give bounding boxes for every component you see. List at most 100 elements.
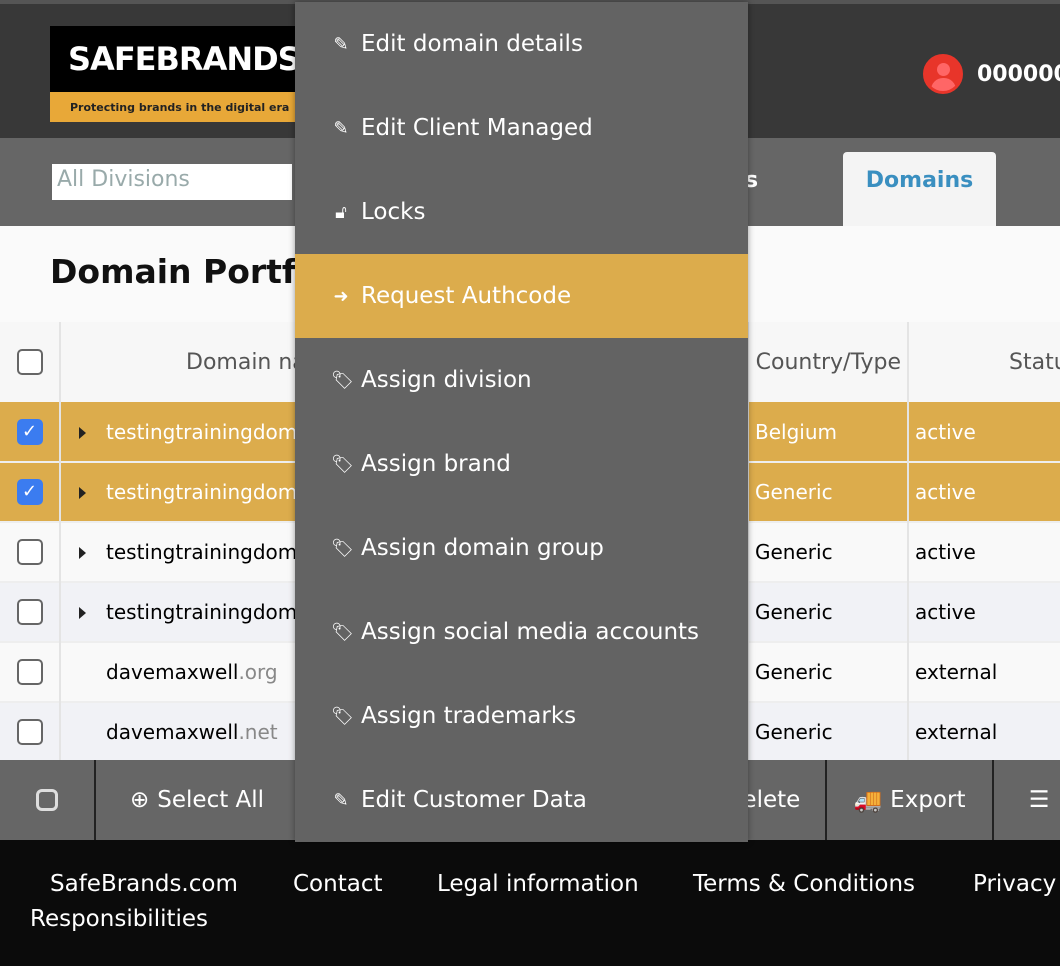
pencil-icon: ✎ xyxy=(333,33,349,55)
country-cell: Generic xyxy=(748,642,909,702)
row-checkbox[interactable]: ✓ xyxy=(16,418,43,445)
country-cell: Generic xyxy=(748,462,909,522)
row-checkbox[interactable] xyxy=(16,599,43,626)
header-checkbox-cell xyxy=(0,322,61,402)
menu-item[interactable]: 🔓︎ Locks xyxy=(295,170,748,254)
domain-tld: .org xyxy=(238,660,278,684)
expand-icon[interactable] xyxy=(79,426,86,439)
footer: SafeBrands.com Contact Legal information… xyxy=(0,840,1060,966)
row-checkbox[interactable] xyxy=(16,719,43,746)
status: active xyxy=(915,419,976,444)
checkbox-cell: ✓ xyxy=(0,402,61,462)
country-type: Generic xyxy=(755,720,833,744)
menu-item-label: Locks xyxy=(361,199,426,225)
menu-item-label: Assign division xyxy=(361,367,532,393)
expand-icon[interactable] xyxy=(79,547,86,559)
status: external xyxy=(915,720,998,744)
country-type: Generic xyxy=(755,480,833,504)
country-type: Generic xyxy=(755,660,833,684)
select-all-button[interactable]: ⊕ Select All xyxy=(96,760,306,840)
pencil-icon: ✎ xyxy=(333,789,349,811)
select-all-checkbox[interactable] xyxy=(16,349,43,375)
menu-item-label: Edit Client Managed xyxy=(361,115,593,141)
country-cell: Generic xyxy=(748,582,909,642)
domain-name[interactable]: davemaxwell xyxy=(106,660,238,684)
footer-link[interactable]: SafeBrands.com xyxy=(50,871,238,897)
status-cell: active xyxy=(908,462,1060,522)
pencil-icon: ✎ xyxy=(333,117,349,139)
list-icon: ☰ xyxy=(1028,787,1050,813)
sign-out-icon: ➜ xyxy=(333,285,349,307)
menu-item-label: Assign social media accounts xyxy=(361,619,700,645)
menu-item[interactable]: ✎ Edit domain details xyxy=(295,2,748,86)
safebrands-logo[interactable]: SafeBrands Protecting brands in the digi… xyxy=(50,26,300,122)
footer-link[interactable]: Responsibilities xyxy=(30,906,208,932)
tag-icon: 🏷︎ xyxy=(331,705,354,727)
logo-text: SafeBrands xyxy=(68,40,300,78)
domain-name[interactable]: davemaxwell xyxy=(106,720,238,744)
select-all-label: Select All xyxy=(157,787,265,813)
menu-item-label: Request Authcode xyxy=(361,283,572,309)
square-icon xyxy=(36,789,58,811)
status-cell: active xyxy=(908,402,1060,462)
export-button[interactable]: 🚚 Export xyxy=(827,760,994,840)
menu-item-label: Edit domain details xyxy=(361,31,583,57)
menu-item-label: Edit Customer Data xyxy=(361,787,587,813)
user-avatar-icon xyxy=(923,54,963,94)
menu-item[interactable]: 🏷︎ Assign trademarks xyxy=(295,674,748,758)
menu-item-label: Assign brand xyxy=(361,451,511,477)
checkbox-cell: ✓ xyxy=(0,462,61,522)
toggle-button[interactable] xyxy=(0,760,96,840)
menu-item[interactable]: 🏷︎ Assign division xyxy=(295,338,748,422)
user-id: 000000 xyxy=(977,61,1060,87)
expand-icon[interactable] xyxy=(79,607,86,619)
menu-item-label: Assign domain group xyxy=(361,535,604,561)
country-type: Generic xyxy=(755,600,833,624)
status: active xyxy=(915,480,976,504)
expand-icon[interactable] xyxy=(79,487,86,499)
menu-item[interactable]: ✎ Edit Client Managed xyxy=(295,86,748,170)
checkbox-cell xyxy=(0,702,61,762)
truck-icon: 🚚 xyxy=(853,787,883,814)
tag-icon: 🏷︎ xyxy=(331,453,354,475)
footer-link[interactable]: Contact xyxy=(293,871,382,897)
division-select[interactable]: All Divisions xyxy=(52,164,292,200)
export-label: Export xyxy=(890,787,966,813)
plus-circle-icon: ⊕ xyxy=(130,787,150,813)
column-country[interactable]: Country/Type xyxy=(748,322,909,402)
country-type: Belgium xyxy=(755,419,837,444)
checkbox-cell xyxy=(0,522,61,582)
menu-item[interactable]: 🏷︎ Assign domain group xyxy=(295,506,748,590)
status-cell: external xyxy=(908,702,1060,762)
menu-item[interactable]: ➜ Request Authcode xyxy=(295,254,748,338)
bulk-actions-dropdown: ✎ Edit domain details ✎ Edit Client Managed… xyxy=(295,2,748,842)
checkbox-cell xyxy=(0,642,61,702)
status: external xyxy=(915,660,998,684)
tab-domains[interactable]: Domains xyxy=(843,152,996,226)
column-status[interactable]: Status xyxy=(908,322,1060,402)
row-checkbox[interactable] xyxy=(16,539,43,566)
row-checkbox[interactable] xyxy=(16,659,43,686)
tag-icon: 🏷︎ xyxy=(331,369,354,391)
footer-link[interactable]: Legal information xyxy=(437,871,639,897)
row-checkbox[interactable]: ✓ xyxy=(16,479,43,506)
menu-item-label: Assign trademarks xyxy=(361,703,577,729)
status-cell: external xyxy=(908,642,1060,702)
checkbox-cell xyxy=(0,582,61,642)
country-cell: Generic xyxy=(748,522,909,582)
country-type: Generic xyxy=(755,540,833,564)
footer-link[interactable]: Privacy xyxy=(973,871,1056,897)
domain-tld: .net xyxy=(238,720,278,744)
list-button[interactable]: ☰ xyxy=(994,760,1060,840)
user-menu[interactable]: 000000 xyxy=(923,54,1060,94)
status-cell: active xyxy=(908,582,1060,642)
status-cell: active xyxy=(908,522,1060,582)
menu-item[interactable]: 🏷︎ Assign social media accounts xyxy=(295,590,748,674)
menu-item[interactable]: ✎ Edit Customer Data xyxy=(295,758,748,842)
footer-link[interactable]: Terms & Conditions xyxy=(693,871,915,897)
country-cell: Belgium xyxy=(748,402,909,462)
logo-tagline: Protecting brands in the digital era xyxy=(50,92,300,122)
tag-icon: 🏷︎ xyxy=(331,537,354,559)
unlock-icon: 🔓︎ xyxy=(335,201,347,223)
menu-item[interactable]: 🏷︎ Assign brand xyxy=(295,422,748,506)
